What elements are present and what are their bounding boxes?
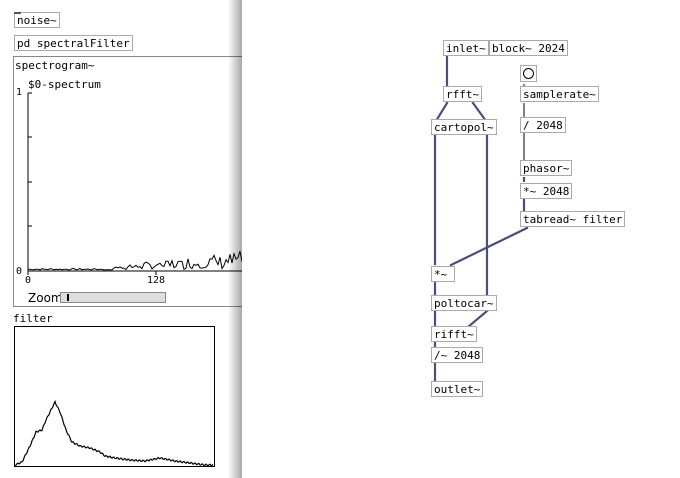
bang-button[interactable] [520, 65, 537, 82]
tabread-filter-object[interactable]: tabread~ filter [520, 211, 626, 227]
phasor-object[interactable]: phasor~ [520, 160, 573, 176]
cord-tabread-mul [449, 226, 529, 267]
patch-cords [433, 55, 529, 383]
divide-signal-2048-object[interactable]: /~ 2048 [431, 347, 484, 363]
block-object[interactable]: block~ 2024 [489, 40, 568, 56]
inlet-object[interactable]: inlet~ [443, 40, 489, 56]
rfft-object[interactable]: rfft~ [443, 86, 483, 102]
poltocar-object[interactable]: poltocar~ [431, 295, 497, 311]
cartopol-object[interactable]: cartopol~ [431, 119, 497, 135]
multiply-signal-object[interactable]: *~ [431, 266, 455, 282]
divide-2048-object[interactable]: / 2048 [520, 117, 566, 133]
samplerate-object[interactable]: samplerate~ [520, 86, 599, 102]
rifft-object[interactable]: rifft~ [431, 326, 477, 342]
multiply-2048-object[interactable]: *~ 2048 [520, 183, 573, 199]
outlet-object[interactable]: outlet~ [431, 381, 484, 397]
cord-poltocar-rifft-r [466, 309, 489, 329]
